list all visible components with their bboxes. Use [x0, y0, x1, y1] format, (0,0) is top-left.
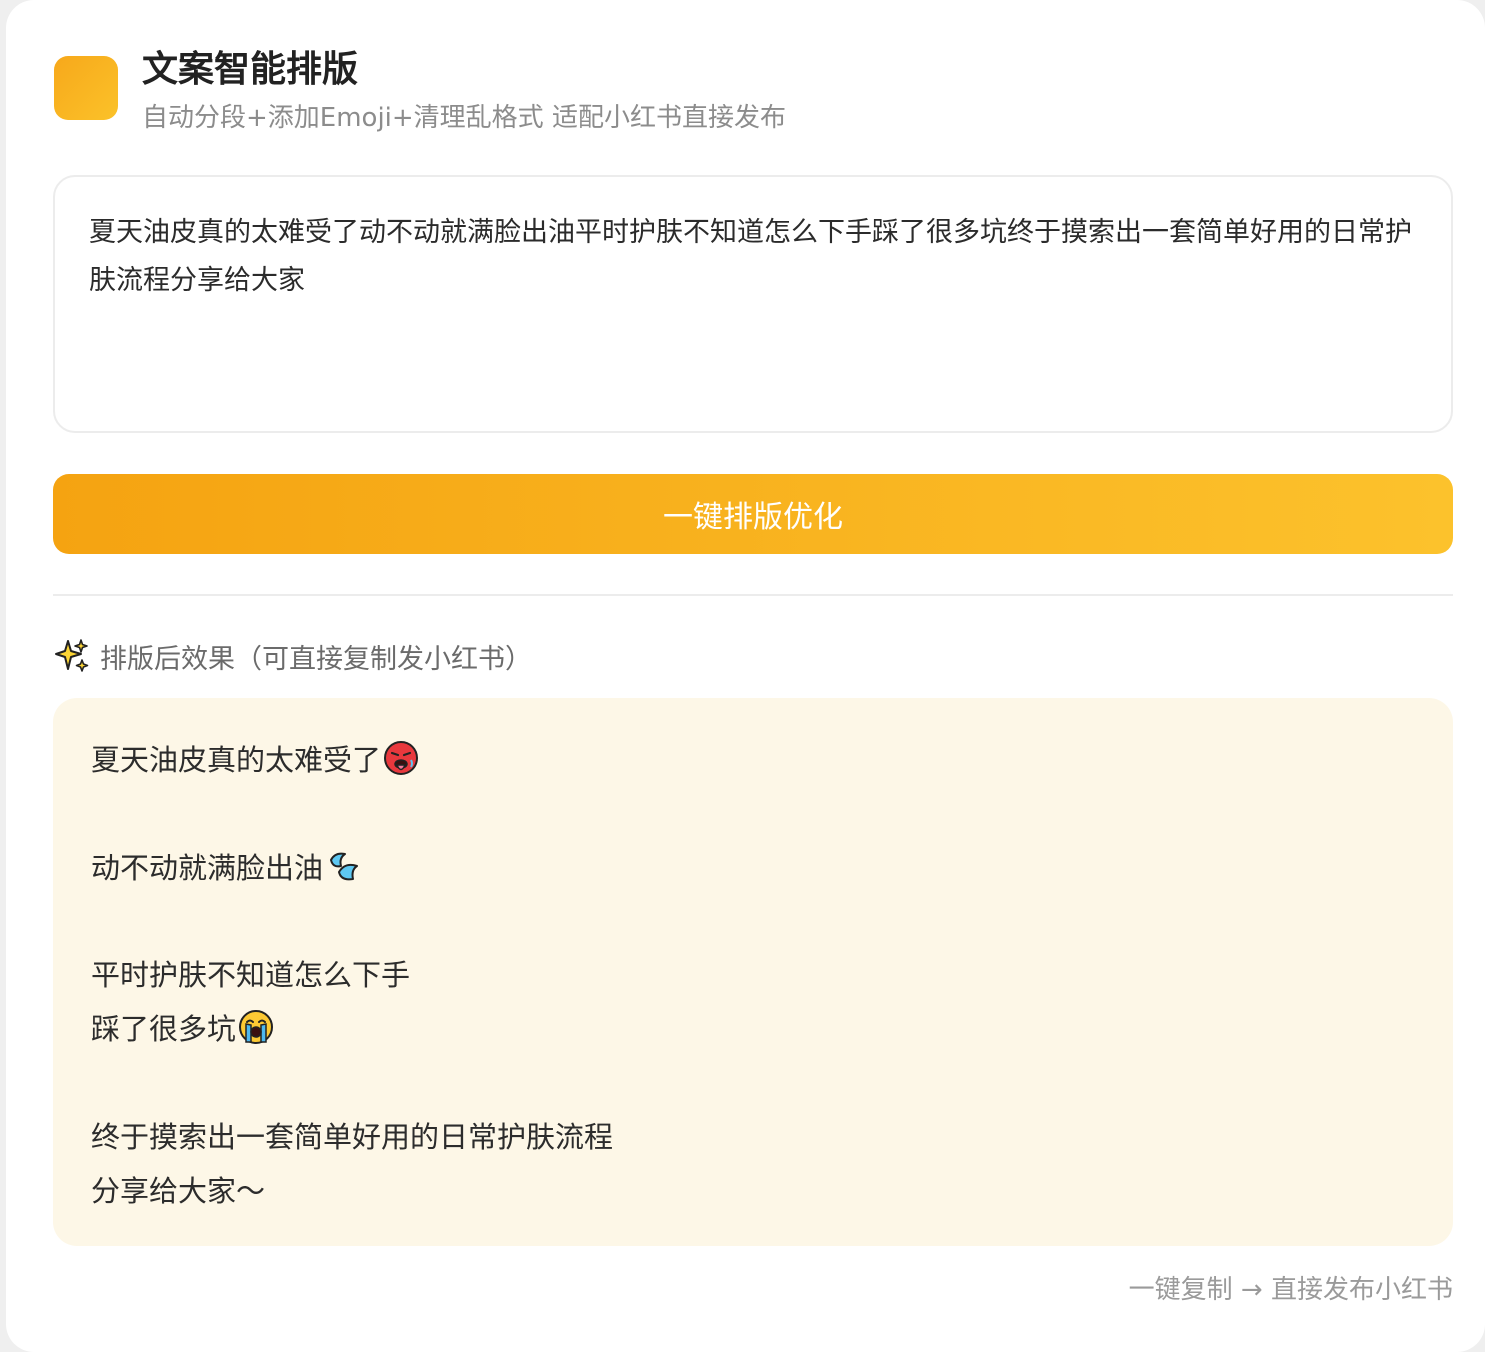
sweat-droplets-icon	[330, 852, 359, 881]
result-line-text: 终于摸索出一套简单好用的日常护肤流程	[91, 1120, 614, 1154]
hot-face-icon	[384, 741, 419, 775]
result-line: 夏天油皮真的太难受了	[91, 735, 419, 781]
sparkles-icon	[55, 639, 89, 672]
result-heading-label: 排版后效果（可直接复制发小红书）	[100, 643, 532, 675]
format-optimize-button[interactable]: 一键排版优化	[53, 474, 1453, 554]
result-line-text: 分享给大家～	[91, 1174, 266, 1208]
result-line: 终于摸索出一套简单好用的日常护肤流程	[91, 1112, 613, 1158]
result-line-text: 动不动就满脸出油	[91, 851, 324, 885]
result-line: 平时护肤不知道怎么下手	[91, 950, 410, 996]
result-line-text: 平时护肤不知道怎么下手	[91, 958, 411, 992]
result-line: 踩了很多坑	[91, 1004, 274, 1050]
app-logo	[54, 56, 118, 120]
copy-input[interactable]: 夏天油皮真的太难受了动不动就满脸出油平时护肤不知道怎么下手踩了很多坑终于摸索出一…	[53, 175, 1453, 433]
footer-hint: 一键复制 → 直接发布小红书	[1128, 1275, 1453, 1305]
result-line-text: 踩了很多坑	[91, 1012, 237, 1046]
result-heading: 排版后效果（可直接复制发小红书）	[54, 636, 532, 676]
divider	[53, 594, 1453, 596]
result-line: 动不动就满脸出油	[91, 843, 361, 889]
result-line-text: 夏天油皮真的太难受了	[91, 743, 382, 777]
main-card: 文案智能排版 自动分段+添加Emoji+清理乱格式 适配小红书直接发布 夏天油皮…	[6, 0, 1485, 1352]
loudly-crying-face-icon	[239, 1010, 274, 1044]
result-preview[interactable]: 夏天油皮真的太难受了 动不动就满脸出油 平时护肤不知道怎么下手 踩了很多坑 终于…	[53, 698, 1453, 1246]
page-subtitle: 自动分段+添加Emoji+清理乱格式 适配小红书直接发布	[142, 103, 786, 133]
result-line: 分享给大家～	[91, 1166, 265, 1212]
page-title: 文案智能排版	[142, 49, 359, 90]
